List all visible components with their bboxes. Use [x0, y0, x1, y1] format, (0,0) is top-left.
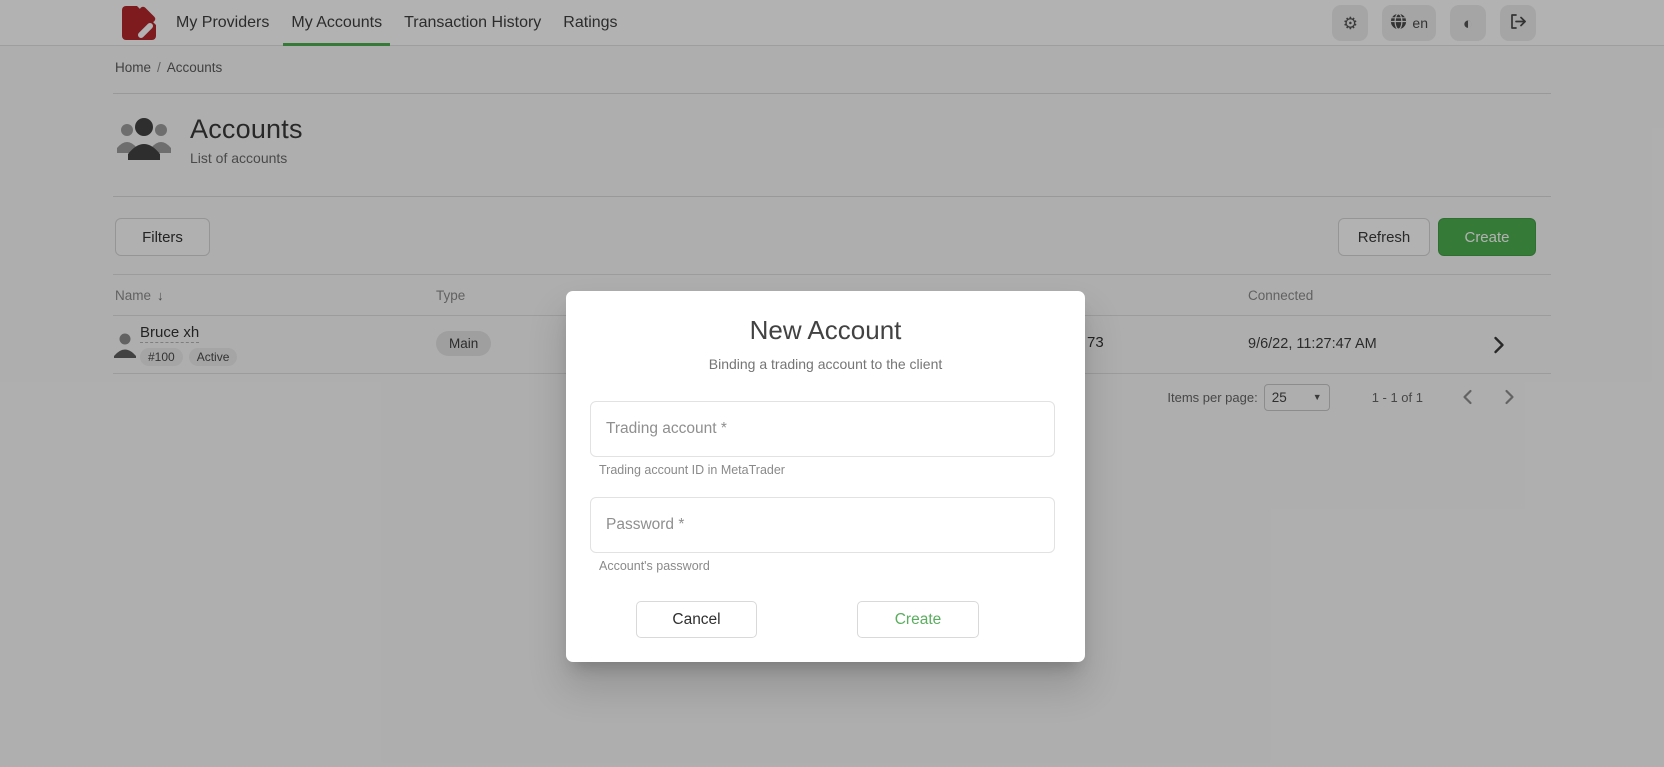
trading-account-hint: Trading account ID in MetaTrader: [599, 463, 785, 477]
new-account-dialog: New Account Binding a trading account to…: [566, 291, 1085, 662]
password-input[interactable]: [590, 497, 1055, 553]
dialog-create-button[interactable]: Create: [857, 601, 979, 638]
dialog-title: New Account: [566, 315, 1085, 346]
dialog-cancel-button[interactable]: Cancel: [636, 601, 757, 638]
dialog-subtitle: Binding a trading account to the client: [566, 356, 1085, 372]
trading-account-input[interactable]: [590, 401, 1055, 457]
password-hint: Account's password: [599, 559, 710, 573]
